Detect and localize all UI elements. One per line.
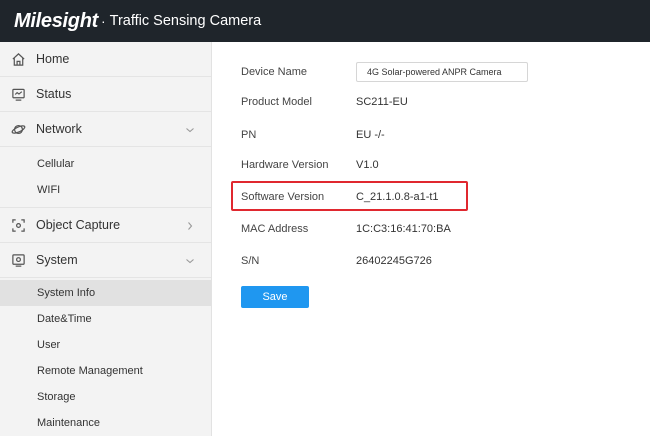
- device-name-field[interactable]: 4G Solar-powered ANPR Camera: [356, 62, 528, 82]
- mac-address-value: 1C:C3:16:41:70:BA: [356, 223, 451, 235]
- sidebar-item-date-time[interactable]: Date&Time: [0, 306, 211, 332]
- nav-network[interactable]: Network: [0, 112, 211, 147]
- sidebar-item-cellular[interactable]: Cellular: [0, 151, 211, 177]
- monitor-icon: [10, 86, 26, 102]
- brand-separator: ·: [100, 13, 106, 29]
- system-icon: [10, 252, 26, 268]
- save-button[interactable]: Save: [241, 286, 309, 308]
- software-version-value: C_21.1.0.8-a1-t1: [356, 191, 439, 203]
- hardware-version-label: Hardware Version: [241, 159, 329, 171]
- nav-object-capture-label: Object Capture: [36, 218, 121, 232]
- nav-network-label: Network: [36, 122, 82, 136]
- sidebar-item-remote-management[interactable]: Remote Management: [0, 358, 211, 384]
- nav-system[interactable]: System: [0, 243, 211, 278]
- brand-logo: Milesight: [14, 9, 98, 32]
- hardware-version-value: V1.0: [356, 159, 379, 171]
- chevron-down-icon: [185, 124, 195, 134]
- product-model-label: Product Model: [241, 96, 312, 108]
- software-version-label: Software Version: [241, 191, 325, 203]
- nav-home-label: Home: [36, 52, 70, 66]
- nav-system-label: System: [36, 253, 78, 267]
- pn-label: PN: [241, 129, 257, 141]
- system-info-panel: Device Name 4G Solar-powered ANPR Camera…: [213, 42, 650, 436]
- sidebar-item-system-info[interactable]: System Info: [0, 280, 211, 306]
- network-submenu: Cellular WIFI: [0, 147, 211, 208]
- sn-value: 26402245G726: [356, 255, 432, 267]
- product-title: Traffic Sensing Camera: [109, 13, 262, 29]
- device-name-label: Device Name: [241, 66, 308, 78]
- chevron-down-icon: [185, 255, 195, 265]
- mac-address-label: MAC Address: [241, 223, 309, 235]
- nav-object-capture[interactable]: Object Capture: [0, 208, 211, 243]
- planet-icon: [10, 121, 26, 137]
- software-version-row: Software Version C_21.1.0.8-a1-t1: [241, 187, 439, 207]
- mac-address-row: MAC Address 1C:C3:16:41:70:BA: [241, 219, 451, 239]
- top-bar: Milesight · Traffic Sensing Camera: [0, 0, 650, 42]
- pn-row: PN EU -/-: [241, 125, 385, 145]
- system-submenu: System Info Date&Time User Remote Manage…: [0, 278, 211, 436]
- camera-icon: [10, 217, 26, 233]
- pn-value: EU -/-: [356, 129, 385, 141]
- sn-label: S/N: [241, 255, 260, 267]
- chevron-right-icon: [185, 220, 195, 230]
- nav-status[interactable]: Status: [0, 77, 211, 112]
- product-model-row: Product Model SC211-EU: [241, 92, 408, 112]
- nav-status-label: Status: [36, 87, 72, 101]
- home-icon: [10, 51, 26, 67]
- sidebar-item-wifi[interactable]: WIFI: [0, 177, 211, 203]
- sidebar-item-storage[interactable]: Storage: [0, 384, 211, 410]
- sn-row: S/N 26402245G726: [241, 251, 432, 271]
- sidebar-item-user[interactable]: User: [0, 332, 211, 358]
- sidebar: Home Status Network Cellular WIFI Object…: [0, 42, 212, 436]
- product-model-value: SC211-EU: [356, 96, 408, 108]
- hardware-version-row: Hardware Version V1.0: [241, 155, 379, 175]
- sidebar-item-maintenance[interactable]: Maintenance: [0, 410, 211, 436]
- nav-home[interactable]: Home: [0, 42, 211, 77]
- device-name-row: Device Name 4G Solar-powered ANPR Camera: [241, 62, 528, 82]
